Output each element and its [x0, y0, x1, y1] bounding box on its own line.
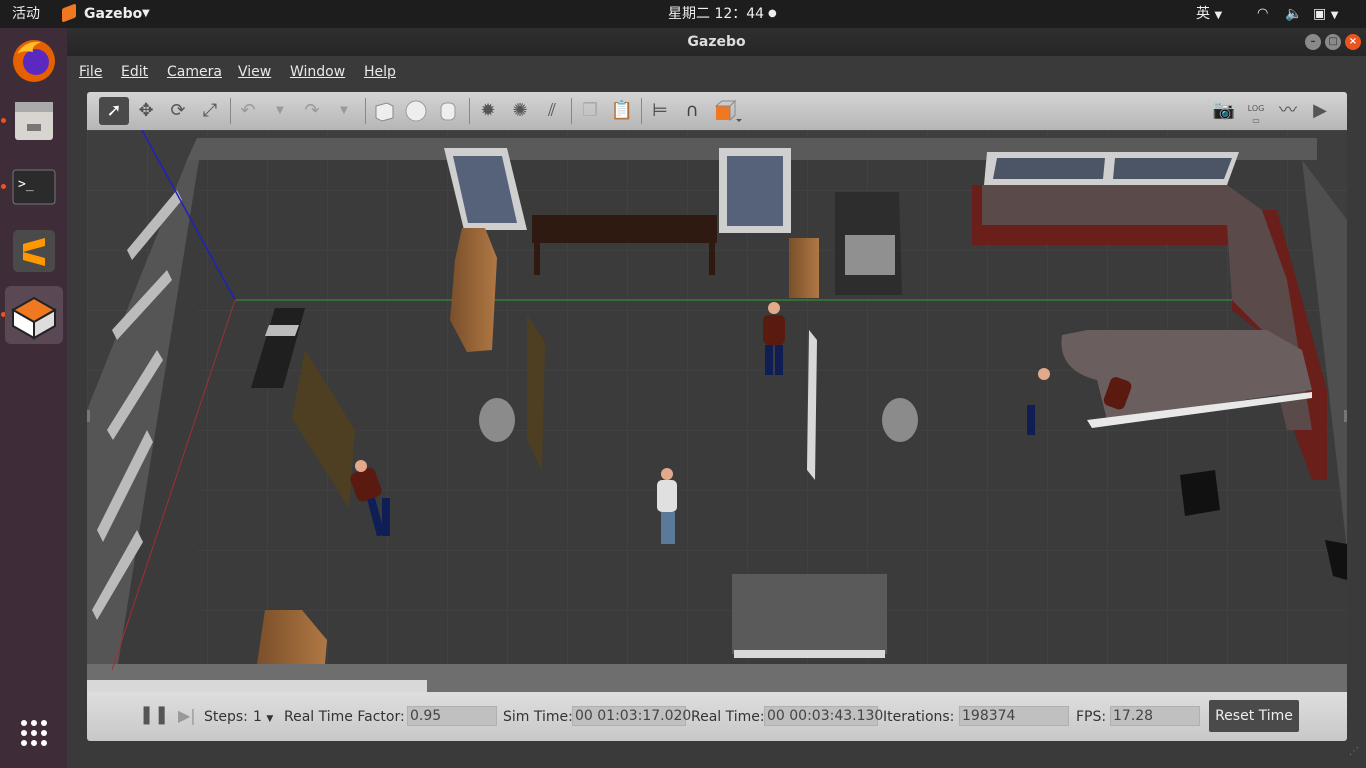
- input-method[interactable]: 英 ▼: [1196, 0, 1222, 28]
- close-icon[interactable]: ×: [1345, 34, 1361, 50]
- pause-icon[interactable]: ❚❚: [139, 704, 169, 725]
- redo-history-icon[interactable]: ▼: [331, 97, 357, 125]
- toolbar: ➚ ✥ ⟳ ⤢ ↶ ▼ ↷ ▼ ✹ ✺ ⫽ ❐ 📋 ⊨ ∩ 📷 LOG ▭ 〰 ▶: [87, 92, 1347, 130]
- resize-grip-icon[interactable]: ⋰: [1349, 746, 1359, 757]
- iterations-label: Iterations:: [883, 709, 955, 725]
- scale-mode-icon[interactable]: ⤢: [197, 97, 223, 125]
- translate-mode-icon[interactable]: ✥: [133, 97, 159, 125]
- terminal-icon[interactable]: >_: [5, 158, 63, 216]
- sphere-shape-icon[interactable]: [403, 97, 429, 125]
- align-icon[interactable]: ⊨: [647, 97, 673, 125]
- rtf-value: 0.95: [407, 706, 497, 726]
- volume-icon[interactable]: 🔈: [1285, 0, 1302, 28]
- top-bar: 活动 Gazebo ▼ 星期二 12：44 ● 英 ▼ ◠ 🔈 ▣ ▼: [0, 0, 1366, 28]
- fps-value: 17.28: [1110, 706, 1200, 726]
- svg-text:>_: >_: [18, 177, 34, 192]
- spot-light-icon[interactable]: ✺: [507, 97, 533, 125]
- app-name: Gazebo: [84, 6, 143, 22]
- gazebo-icon[interactable]: [5, 286, 63, 344]
- box-shape-icon[interactable]: [371, 97, 397, 125]
- view-angle-icon[interactable]: [713, 97, 742, 125]
- firefox-icon[interactable]: [5, 32, 63, 90]
- step-icon[interactable]: ▶|: [178, 706, 196, 725]
- menu-bar: File Edit Camera View Window Help: [67, 56, 1366, 88]
- minimize-icon[interactable]: –: [1305, 34, 1321, 50]
- steps-spinner[interactable]: 1 ▼: [253, 709, 273, 725]
- reset-time-button[interactable]: Reset Time: [1209, 700, 1299, 732]
- files-icon[interactable]: [5, 92, 63, 150]
- activities-button[interactable]: 活动: [12, 0, 40, 28]
- rotate-mode-icon[interactable]: ⟳: [165, 97, 191, 125]
- snap-icon[interactable]: ∩: [679, 97, 705, 125]
- menu-window[interactable]: Window: [290, 56, 345, 88]
- fps-label: FPS:: [1076, 709, 1107, 725]
- title-bar[interactable]: Gazebo – □ ×: [67, 28, 1366, 56]
- copy-icon[interactable]: ❐: [577, 97, 603, 125]
- directional-light-icon[interactable]: ⫽: [539, 97, 565, 125]
- clock[interactable]: 星期二 12：44: [668, 0, 764, 28]
- menu-file[interactable]: File: [79, 56, 102, 88]
- system-menu-icon[interactable]: ▣ ▼: [1313, 0, 1338, 28]
- plot-icon[interactable]: 〰: [1275, 97, 1301, 125]
- app-menu[interactable]: Gazebo ▼: [60, 0, 156, 28]
- record-video-icon[interactable]: ▶: [1307, 97, 1333, 125]
- log-icon[interactable]: LOG ▭: [1243, 97, 1269, 125]
- menu-help[interactable]: Help: [364, 56, 396, 88]
- screenshot-icon[interactable]: 📷: [1211, 97, 1237, 125]
- select-mode-icon[interactable]: ➚: [99, 97, 129, 125]
- sublime-icon[interactable]: [5, 222, 63, 280]
- simulation-status-bar: ❚❚ ▶| Steps: 1 ▼ Real Time Factor: 0.95 …: [87, 692, 1347, 741]
- paste-icon[interactable]: 📋: [609, 97, 635, 125]
- show-apps-icon[interactable]: [5, 704, 63, 762]
- 3d-viewport[interactable]: [87, 130, 1347, 692]
- menu-view[interactable]: View: [238, 56, 271, 88]
- gazebo-small-icon: [62, 3, 76, 23]
- menu-edit[interactable]: Edit: [121, 56, 148, 88]
- notification-dot-icon: ●: [768, 8, 777, 19]
- rtf-label: Real Time Factor:: [284, 709, 405, 725]
- undo-history-icon[interactable]: ▼: [267, 97, 293, 125]
- iterations-value: 198374: [959, 706, 1069, 726]
- real-time-label: Real Time:: [691, 709, 765, 725]
- gazebo-window: Gazebo – □ × File Edit Camera View Windo…: [67, 28, 1366, 768]
- cylinder-shape-icon[interactable]: [435, 97, 461, 125]
- chevron-down-icon: ▼: [142, 8, 150, 19]
- real-time-value: 00 00:03:43.130: [764, 706, 883, 726]
- steps-label: Steps:: [204, 709, 248, 725]
- dock: >_: [0, 28, 67, 768]
- maximize-icon[interactable]: □: [1325, 34, 1341, 50]
- window-title: Gazebo: [687, 34, 746, 50]
- sim-time-value: 00 01:03:17.020: [572, 706, 691, 726]
- undo-icon[interactable]: ↶: [235, 97, 261, 125]
- redo-icon[interactable]: ↷: [299, 97, 325, 125]
- sim-time-label: Sim Time:: [503, 709, 573, 725]
- point-light-icon[interactable]: ✹: [475, 97, 501, 125]
- wifi-icon[interactable]: ◠: [1257, 0, 1268, 28]
- menu-camera[interactable]: Camera: [167, 56, 222, 88]
